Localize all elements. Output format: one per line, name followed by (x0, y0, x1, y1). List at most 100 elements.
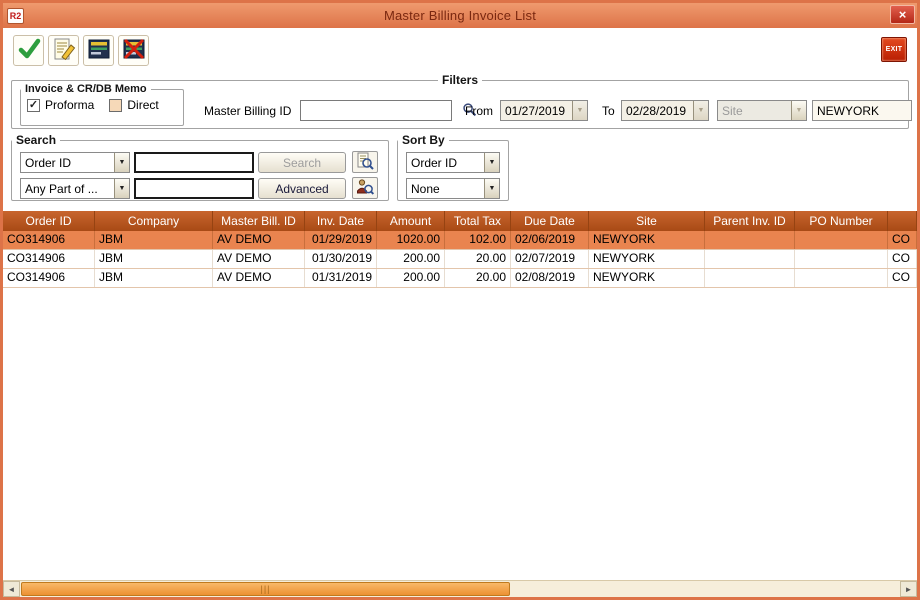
advanced-text-field (134, 178, 254, 199)
invoice-grid: Order IDCompanyMaster Bill. IDInv. DateA… (3, 211, 917, 580)
sort-by-group-label: Sort By (398, 135, 449, 146)
invoice-memo-group-label: Invoice & CR/DB Memo (21, 84, 151, 95)
confirm-button[interactable] (13, 35, 44, 66)
chevron-down-icon[interactable]: ▼ (114, 179, 129, 198)
table-cell: 102.00 (445, 231, 511, 249)
check-icon (17, 37, 41, 64)
table-cell: 02/06/2019 (511, 231, 589, 249)
column-header-total-tax[interactable]: Total Tax (445, 211, 511, 231)
direct-label: Direct (127, 98, 158, 112)
table-cell: CO314906 (3, 250, 95, 268)
direct-checkbox[interactable] (109, 99, 122, 112)
person-search-icon (356, 178, 374, 199)
sort-primary-dropdown[interactable]: Order ID ▼ (406, 152, 500, 173)
table-cell: 20.00 (445, 250, 511, 268)
to-label: To (602, 104, 615, 118)
search-field-dropdown[interactable]: Order ID ▼ (20, 152, 130, 173)
filters-group-label: Filters (438, 75, 482, 86)
table-cell: 200.00 (377, 250, 445, 268)
site-dropdown[interactable]: Site ▼ (717, 100, 807, 121)
table-row[interactable]: CO314906JBMAV DEMO01/30/2019200.0020.000… (3, 250, 917, 269)
table-cell: CO314906 (3, 231, 95, 249)
table-cell: 02/08/2019 (511, 269, 589, 287)
filters-group: Filters Invoice & CR/DB Memo ✓ Proforma … (11, 75, 909, 129)
titlebar: R2 Master Billing Invoice List × (3, 3, 917, 28)
void-invoice-icon (122, 37, 146, 64)
advanced-text-input[interactable] (136, 180, 252, 197)
column-header-due-date[interactable]: Due Date (511, 211, 589, 231)
window-title: Master Billing Invoice List (3, 8, 917, 23)
close-button[interactable]: × (890, 5, 915, 24)
document-search-icon (356, 152, 374, 173)
void-invoice-button[interactable] (118, 35, 149, 66)
chevron-down-icon[interactable]: ▼ (484, 179, 499, 198)
grid-header-row: Order IDCompanyMaster Bill. IDInv. DateA… (3, 211, 917, 231)
column-header-po-number[interactable]: PO Number (795, 211, 888, 231)
scroll-left-button[interactable]: ◄ (3, 581, 20, 597)
column-header-parent-inv-id[interactable]: Parent Inv. ID (705, 211, 795, 231)
sort-secondary-value: None (407, 182, 484, 196)
table-cell: 01/31/2019 (305, 269, 377, 287)
from-date-picker[interactable]: 01/27/2019 ▼ (500, 100, 588, 121)
column-header-company[interactable]: Company (95, 211, 213, 231)
to-date-value: 02/28/2019 (622, 104, 693, 118)
proforma-checkbox[interactable]: ✓ (27, 99, 40, 112)
exit-button[interactable]: EXIT (881, 37, 907, 62)
table-cell: 200.00 (377, 269, 445, 287)
scrollbar-track[interactable]: ||| (20, 581, 900, 597)
table-cell (705, 231, 795, 249)
column-header-blank[interactable] (888, 211, 917, 231)
table-row[interactable]: CO314906JBMAV DEMO01/31/2019200.0020.000… (3, 269, 917, 288)
horizontal-scrollbar[interactable]: ◄ ||| ► (3, 580, 917, 597)
search-mode-dropdown[interactable]: Any Part of ... ▼ (20, 178, 130, 199)
chevron-down-icon[interactable]: ▼ (791, 101, 806, 120)
advanced-button[interactable]: Advanced (258, 178, 346, 199)
search-lookup-button[interactable] (352, 151, 378, 173)
column-header-amount[interactable]: Amount (377, 211, 445, 231)
column-header-order-id[interactable]: Order ID (3, 211, 95, 231)
scrollbar-grip: ||| (260, 584, 270, 594)
master-billing-id-input[interactable] (301, 101, 462, 120)
table-row[interactable]: CO314906JBMAV DEMO01/29/20191020.00102.0… (3, 231, 917, 250)
search-button[interactable]: Search (258, 152, 346, 173)
search-group: Search Order ID ▼ Search Any Part of ...… (11, 135, 389, 201)
table-cell: 1020.00 (377, 231, 445, 249)
table-cell: CO314906 (3, 269, 95, 287)
edit-invoice-button[interactable] (48, 35, 79, 66)
proforma-label: Proforma (45, 98, 94, 112)
table-cell: AV DEMO (213, 269, 305, 287)
search-group-label: Search (12, 135, 60, 146)
search-mode-value: Any Part of ... (21, 182, 114, 196)
master-billing-id-field (300, 100, 452, 121)
table-cell: 01/30/2019 (305, 250, 377, 268)
chevron-down-icon[interactable]: ▼ (693, 101, 708, 120)
table-cell (705, 269, 795, 287)
app-window: R2 Master Billing Invoice List × EXIT (0, 0, 920, 600)
sort-by-group: Sort By Order ID ▼ None ▼ (397, 135, 509, 201)
column-header-site[interactable]: Site (589, 211, 705, 231)
site-dropdown-value: Site (718, 104, 791, 118)
chevron-down-icon[interactable]: ▼ (572, 101, 587, 120)
table-cell: JBM (95, 250, 213, 268)
scrollbar-thumb[interactable]: ||| (21, 582, 510, 596)
site-value-input[interactable] (813, 101, 911, 120)
advanced-lookup-button[interactable] (352, 177, 378, 199)
chevron-down-icon[interactable]: ▼ (114, 153, 129, 172)
chevron-down-icon[interactable]: ▼ (484, 153, 499, 172)
sort-secondary-dropdown[interactable]: None ▼ (406, 178, 500, 199)
table-cell (705, 250, 795, 268)
invoice-list-button[interactable] (83, 35, 114, 66)
scroll-right-button[interactable]: ► (900, 581, 917, 597)
table-cell (795, 250, 888, 268)
table-cell: CO (888, 269, 917, 287)
to-date-picker[interactable]: 02/28/2019 ▼ (621, 100, 709, 121)
column-header-master-bill-id[interactable]: Master Bill. ID (213, 211, 305, 231)
table-cell: NEWYORK (589, 269, 705, 287)
sort-primary-value: Order ID (407, 156, 484, 170)
column-header-inv-date[interactable]: Inv. Date (305, 211, 377, 231)
search-text-input[interactable] (136, 154, 252, 171)
table-cell: AV DEMO (213, 250, 305, 268)
table-cell (795, 231, 888, 249)
invoice-icon (87, 37, 111, 64)
search-sort-row: Search Order ID ▼ Search Any Part of ...… (3, 135, 917, 207)
